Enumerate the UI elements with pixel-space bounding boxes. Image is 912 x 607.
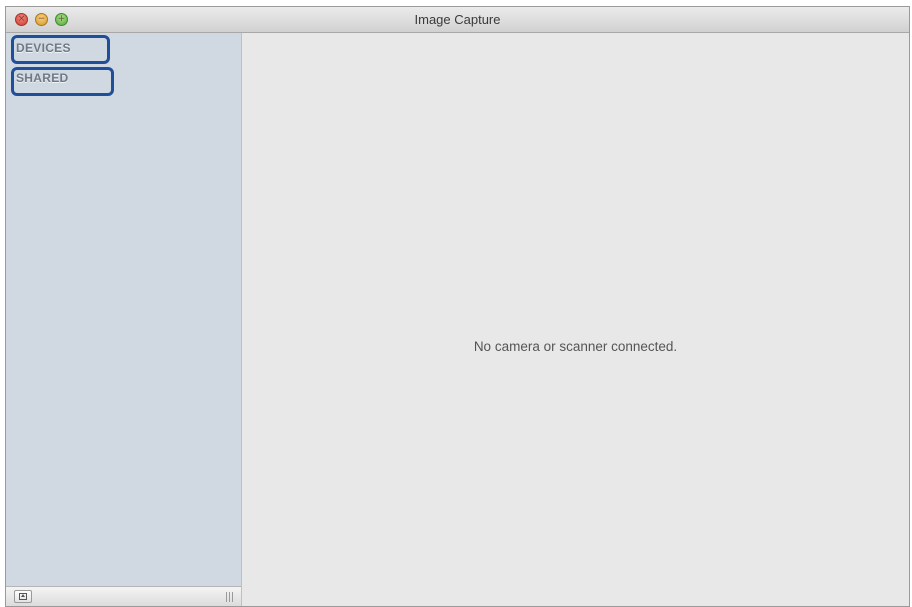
image-capture-window: × − + Image Capture DEVICES SHARED No ca… xyxy=(5,6,910,607)
shared-highlight-outline xyxy=(11,67,114,96)
eject-icon xyxy=(19,593,27,600)
no-device-message: No camera or scanner connected. xyxy=(473,339,678,354)
devices-highlight-outline xyxy=(11,35,110,64)
eject-button[interactable] xyxy=(14,590,32,603)
window-title: Image Capture xyxy=(414,12,501,27)
sidebar-resize-grip[interactable] xyxy=(226,592,233,602)
main-content-area: No camera or scanner connected. xyxy=(242,33,909,606)
device-sidebar: DEVICES SHARED xyxy=(6,33,242,606)
title-bar[interactable]: × − + Image Capture xyxy=(6,7,909,33)
sidebar-footer xyxy=(6,586,241,606)
